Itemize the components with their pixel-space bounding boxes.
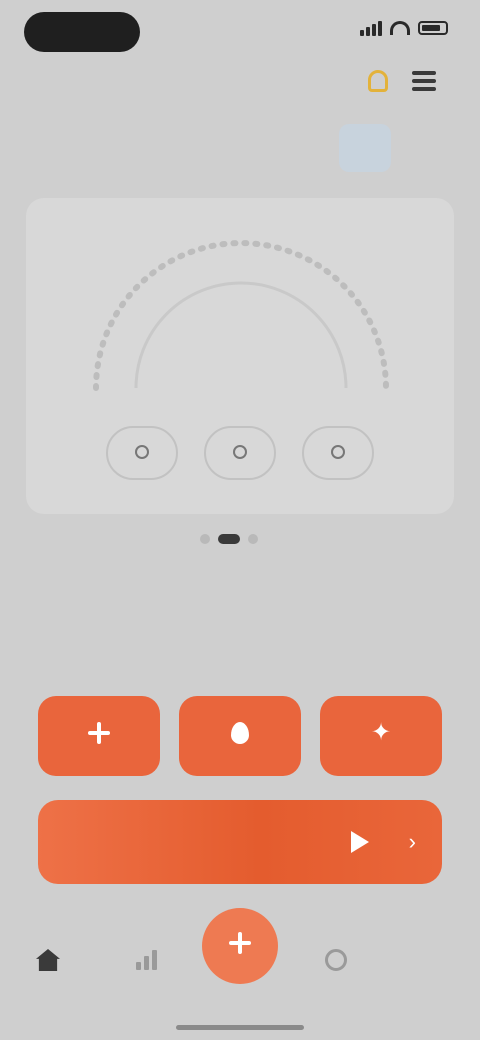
day-tab[interactable] bbox=[26, 124, 78, 172]
star-icon: ✦ bbox=[370, 719, 392, 746]
day-tab[interactable] bbox=[89, 124, 141, 172]
signal-icon bbox=[360, 20, 382, 36]
metric-icon bbox=[331, 444, 345, 459]
page-indicator[interactable] bbox=[200, 534, 258, 544]
quick-action-button[interactable] bbox=[38, 696, 160, 776]
plus-icon bbox=[88, 722, 110, 744]
bell-icon[interactable] bbox=[368, 70, 388, 92]
quick-action-button[interactable]: ✦ bbox=[320, 696, 442, 776]
day-selector bbox=[26, 120, 454, 176]
wifi-icon bbox=[390, 21, 410, 35]
chart-icon bbox=[135, 950, 157, 970]
home-indicator[interactable] bbox=[176, 1025, 304, 1030]
day-tab[interactable] bbox=[402, 124, 454, 172]
menu-icon[interactable] bbox=[412, 71, 436, 91]
summary-card[interactable] bbox=[26, 198, 454, 514]
metric-item[interactable] bbox=[302, 426, 374, 480]
start-session-text bbox=[64, 839, 351, 845]
quick-action-button[interactable] bbox=[179, 696, 301, 776]
metric-icon bbox=[233, 444, 247, 459]
page-dot[interactable] bbox=[248, 534, 258, 544]
drop-icon bbox=[231, 722, 249, 744]
status-icons bbox=[360, 20, 448, 36]
page-dot-active[interactable] bbox=[218, 534, 240, 544]
day-tab-selected[interactable] bbox=[339, 124, 392, 172]
header-actions bbox=[368, 70, 436, 92]
add-fab[interactable] bbox=[202, 908, 278, 984]
nav-profile[interactable] bbox=[316, 940, 356, 980]
chevron-right-icon: › bbox=[408, 829, 416, 854]
home-icon bbox=[36, 949, 60, 971]
day-tab[interactable] bbox=[214, 124, 266, 172]
metric-icon bbox=[135, 444, 149, 459]
battery-icon bbox=[418, 21, 448, 35]
play-icon bbox=[350, 831, 369, 853]
status-time bbox=[24, 12, 140, 52]
quick-actions: ✦ bbox=[38, 696, 442, 776]
status-bar bbox=[0, 0, 480, 64]
start-session-button[interactable]: › bbox=[38, 800, 442, 884]
nav-stats[interactable] bbox=[126, 940, 166, 980]
plus-icon bbox=[229, 932, 251, 954]
app-header bbox=[0, 66, 480, 106]
metric-item[interactable] bbox=[204, 426, 276, 480]
metric-item[interactable] bbox=[106, 426, 178, 480]
page-dot[interactable] bbox=[200, 534, 210, 544]
person-icon bbox=[325, 949, 347, 971]
day-tab[interactable] bbox=[151, 124, 203, 172]
day-tab[interactable] bbox=[277, 124, 329, 172]
progress-ring-inner bbox=[134, 281, 348, 389]
nav-home[interactable] bbox=[28, 940, 68, 980]
